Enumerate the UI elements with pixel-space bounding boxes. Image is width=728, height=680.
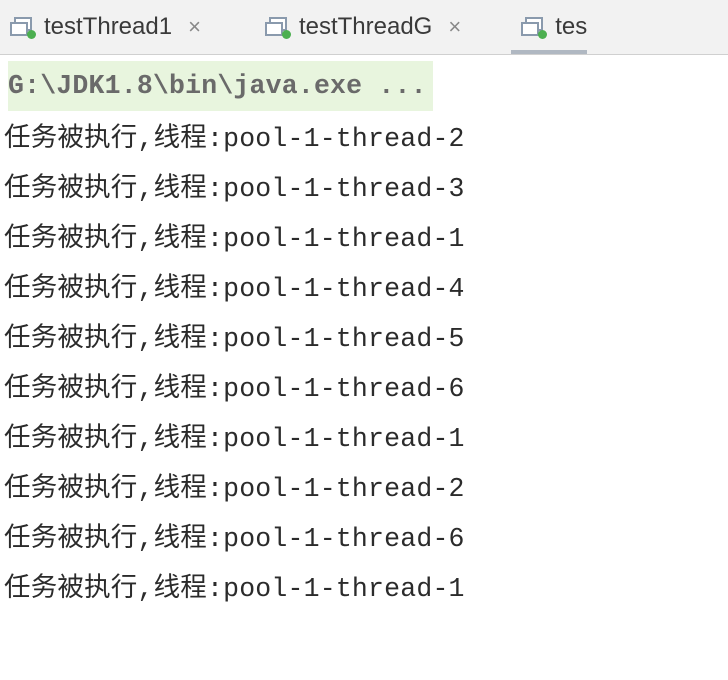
console-line: 任务被执行,线程:pool-1-thread-3	[4, 164, 724, 214]
tab-testthread1[interactable]: testThread1 ×	[0, 0, 215, 54]
console-line: 任务被执行,线程:pool-1-thread-6	[4, 514, 724, 564]
console-line: 任务被执行,线程:pool-1-thread-1	[4, 564, 724, 614]
run-config-icon	[521, 17, 545, 37]
console-line: 任务被执行,线程:pool-1-thread-4	[4, 264, 724, 314]
tab-bar: testThread1 × testThreadG × tes	[0, 0, 728, 55]
close-icon[interactable]: ×	[448, 16, 461, 38]
console-line: 任务被执行,线程:pool-1-thread-2	[4, 464, 724, 514]
run-config-icon	[265, 17, 289, 37]
console-line: 任务被执行,线程:pool-1-thread-1	[4, 414, 724, 464]
console-line: 任务被执行,线程:pool-1-thread-5	[4, 314, 724, 364]
console-line: 任务被执行,线程:pool-1-thread-1	[4, 214, 724, 264]
tab-tes-partial[interactable]: tes	[511, 0, 587, 54]
console-line: 任务被执行,线程:pool-1-thread-2	[4, 114, 724, 164]
tab-label: testThreadG	[299, 13, 432, 41]
console-output: G:\JDK1.8\bin\java.exe ... 任务被执行,线程:pool…	[0, 55, 728, 614]
tab-testthreadg[interactable]: testThreadG ×	[255, 0, 475, 54]
tab-label: testThread1	[44, 13, 172, 41]
tab-label: tes	[555, 13, 587, 41]
close-icon[interactable]: ×	[188, 16, 201, 38]
console-line: 任务被执行,线程:pool-1-thread-6	[4, 364, 724, 414]
console-command-line: G:\JDK1.8\bin\java.exe ...	[8, 61, 433, 111]
run-config-icon	[10, 17, 34, 37]
